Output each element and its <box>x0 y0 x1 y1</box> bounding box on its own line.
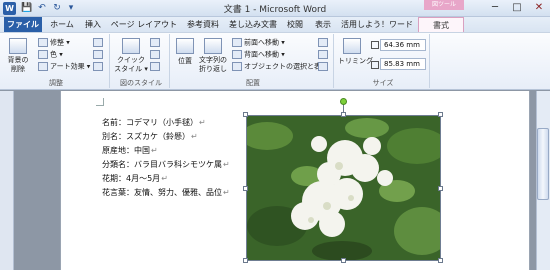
paragraph-mark: ↵ <box>223 160 230 169</box>
wrap-text-icon[interactable] <box>204 38 222 54</box>
position-button[interactable]: 位置 <box>174 57 196 66</box>
correction-icon <box>38 38 48 47</box>
art-effects-icon <box>38 62 48 71</box>
send-backward-icon <box>232 50 242 59</box>
word-app-icon[interactable]: W <box>3 2 16 15</box>
quick-styles-button[interactable]: クイック スタイル ▾ <box>114 56 148 74</box>
doc-line-text: 花言葉：友情、努力、優雅、品位 <box>102 188 222 197</box>
tab-format[interactable]: 書式 <box>418 17 464 32</box>
correction-label: 修整 ▾ <box>50 38 70 47</box>
group-label-adjust: 調整 <box>49 79 63 87</box>
bring-forward-button[interactable]: 前面へ移動 ▾ <box>232 38 285 48</box>
selection-pane-button[interactable]: オブジェクトの選択と表示 <box>232 62 328 72</box>
color-icon <box>38 50 48 59</box>
color-button[interactable]: 色 ▾ <box>38 50 63 60</box>
selection-pane-icon <box>232 62 242 71</box>
paragraph-mark: ↵ <box>191 132 198 141</box>
width-icon <box>371 61 379 69</box>
resize-handle-left[interactable] <box>243 186 248 191</box>
remove-background-icon[interactable] <box>9 38 27 54</box>
tab-page-layout[interactable]: ページ レイアウト <box>108 17 180 32</box>
maximize-button[interactable]: □ <box>506 0 528 15</box>
picture-tools-header: 図ツール <box>424 0 464 10</box>
doc-line-text: 分類名：バラ目バラ科シモツケ属 <box>102 160 222 169</box>
picture-layout-icon[interactable] <box>150 62 160 71</box>
tab-home[interactable]: ホーム <box>46 17 78 32</box>
tab-file[interactable]: ファイル <box>4 17 42 32</box>
scrollbar-thumb[interactable] <box>537 128 549 200</box>
resize-handle-top-left[interactable] <box>243 112 248 117</box>
color-label: 色 ▾ <box>50 50 63 59</box>
resize-handle-right[interactable] <box>438 186 443 191</box>
paragraph-mark: ↵ <box>223 188 230 197</box>
align-icon[interactable] <box>318 38 328 47</box>
bring-forward-icon <box>232 38 242 47</box>
send-backward-label: 背面へ移動 ▾ <box>244 50 285 59</box>
group-label-picture-styles: 図のスタイル <box>120 79 162 87</box>
crop-button[interactable]: トリミング <box>338 57 373 66</box>
redo-icon[interactable]: ↻ <box>50 1 64 15</box>
correction-button[interactable]: 修整 ▾ <box>38 38 70 48</box>
resize-handle-top-right[interactable] <box>438 112 443 117</box>
doc-line-origin[interactable]: 原産地：中国↵ <box>102 145 158 157</box>
change-picture-icon[interactable] <box>93 50 103 59</box>
doc-line-text: 原産地：中国 <box>102 146 150 155</box>
window-title: 文書 1 - Microsoft Word <box>223 5 327 15</box>
tab-insert[interactable]: 挿入 <box>80 17 106 32</box>
position-icon[interactable] <box>176 38 194 54</box>
tab-view[interactable]: 表示 <box>310 17 336 32</box>
paragraph-mark: ↵ <box>161 174 168 183</box>
doc-line-text: 花期：4月～5月 <box>102 174 161 183</box>
save-icon[interactable]: 💾 <box>20 1 34 15</box>
bring-forward-label: 前面へ移動 ▾ <box>244 38 285 47</box>
resize-handle-bottom[interactable] <box>341 258 346 263</box>
picture-border-icon[interactable] <box>150 38 160 47</box>
doc-line-text: 別名：スズカケ（鈴懸） <box>102 132 190 141</box>
tab-mailings[interactable]: 差し込み文書 <box>226 17 280 32</box>
tab-review[interactable]: 校閲 <box>282 17 308 32</box>
resize-handle-bottom-right[interactable] <box>438 258 443 263</box>
flower-photo[interactable] <box>246 115 441 261</box>
resize-handle-top[interactable] <box>341 112 346 117</box>
doc-line-bloom[interactable]: 花期：4月～5月↵ <box>102 173 168 185</box>
doc-line-alias[interactable]: 別名：スズカケ（鈴懸）↵ <box>102 131 198 143</box>
wrap-text-button[interactable]: 文字列の 折り返し <box>196 56 230 74</box>
qat-customize-icon[interactable]: ▾ <box>64 1 78 15</box>
group-label-arrange: 配置 <box>246 79 260 87</box>
send-backward-button[interactable]: 背面へ移動 ▾ <box>232 50 285 60</box>
undo-icon[interactable]: ↶ <box>35 1 49 15</box>
art-effects-button[interactable]: アート効果 ▾ <box>38 62 90 72</box>
doc-line-classification[interactable]: 分類名：バラ目バラ科シモツケ属↵ <box>102 159 230 171</box>
tab-references[interactable]: 参考資料 <box>182 17 224 32</box>
quick-styles-icon[interactable] <box>122 38 140 54</box>
picture-effects-icon[interactable] <box>150 50 160 59</box>
doc-line-text: 名前：コデマリ（小手毬） <box>102 118 198 127</box>
paragraph-mark: ↵ <box>151 146 158 155</box>
height-input[interactable]: 64.36 mm <box>380 39 426 51</box>
doc-line-name[interactable]: 名前：コデマリ（小手毬）↵ <box>102 117 206 129</box>
paragraph-mark: ↵ <box>199 118 206 127</box>
margin-corner-mark <box>96 98 104 106</box>
minimize-button[interactable]: ─ <box>484 0 506 15</box>
height-icon <box>371 41 379 49</box>
rotation-handle[interactable] <box>340 98 347 105</box>
rotate-icon[interactable] <box>318 62 328 71</box>
group-objects-icon[interactable] <box>318 50 328 59</box>
flower-photo-image <box>247 116 440 260</box>
reset-picture-icon[interactable] <box>93 62 103 71</box>
close-button[interactable]: ✕ <box>528 0 550 15</box>
remove-background-button[interactable]: 背景の 削除 <box>4 56 32 74</box>
art-effects-label: アート効果 ▾ <box>50 62 91 71</box>
compress-pictures-icon[interactable] <box>93 38 103 47</box>
resize-handle-bottom-left[interactable] <box>243 258 248 263</box>
doc-line-flower-language[interactable]: 花言葉：友情、努力、優雅、品位↵ <box>102 187 230 199</box>
crop-icon[interactable] <box>343 38 361 54</box>
width-input[interactable]: 85.83 mm <box>380 58 426 70</box>
group-label-size: サイズ <box>372 79 394 87</box>
tab-katsuyou[interactable]: 活用しよう！ワード <box>338 17 416 32</box>
vertical-ruler <box>0 91 14 270</box>
selection-pane-label: オブジェクトの選択と表示 <box>244 62 328 71</box>
